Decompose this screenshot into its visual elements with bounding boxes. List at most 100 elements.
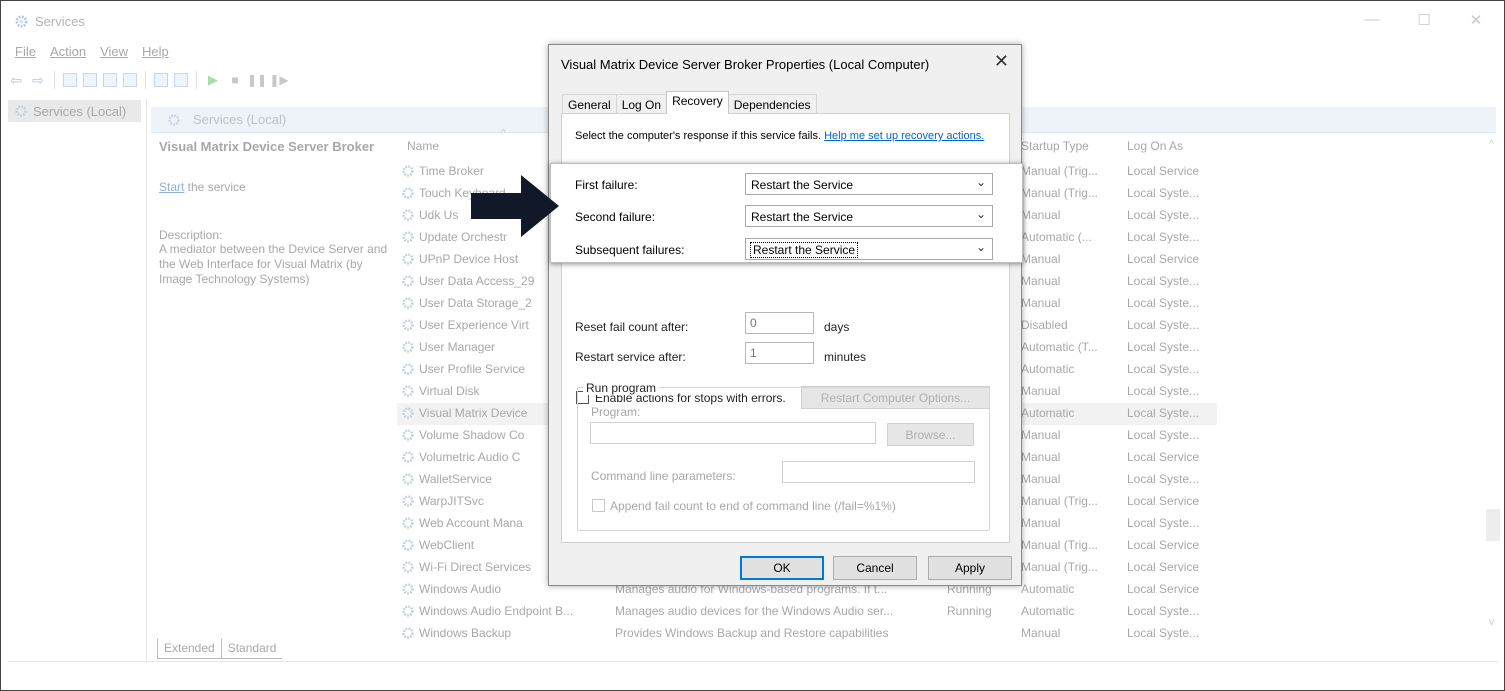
service-gear-icon xyxy=(402,231,414,243)
dialog-close-button[interactable]: ✕ xyxy=(994,51,1009,72)
service-gear-icon xyxy=(402,605,414,617)
help-icon[interactable] xyxy=(154,73,168,87)
toolbar-separator xyxy=(145,71,146,89)
tree-item-services-local[interactable]: Services (Local) xyxy=(8,100,141,122)
subsequent-failures-select[interactable]: Restart the Service ⌄ xyxy=(745,238,993,260)
tab-dependencies[interactable]: Dependencies xyxy=(727,94,817,114)
toolbar: ⇦ ⇨ ▶ ■ ❚❚ ❚▶ xyxy=(8,69,289,91)
service-name-text: Volumetric Audio C xyxy=(419,450,521,464)
service-status-cell: Running xyxy=(947,604,992,618)
menu-action[interactable]: Action xyxy=(50,44,86,62)
service-gear-icon xyxy=(402,253,414,265)
service-startup-cell: Automatic xyxy=(1021,362,1075,376)
toolbar-separator xyxy=(54,71,55,89)
stop-service-icon[interactable]: ■ xyxy=(227,72,243,88)
column-header-log-on-as[interactable]: Log On As xyxy=(1127,139,1183,153)
service-gear-icon xyxy=(402,429,414,441)
tab-general[interactable]: General xyxy=(562,94,617,114)
first-failure-select[interactable]: Restart the Service ⌄ xyxy=(745,173,993,195)
service-logon-cell: Local Syste... xyxy=(1127,318,1200,332)
service-gear-icon xyxy=(402,187,414,199)
service-name-text: Windows Audio Endpoint B... xyxy=(419,604,574,618)
first-failure-label: First failure: xyxy=(575,178,638,192)
service-name-cell: WarpJITSvc xyxy=(401,494,484,508)
cancel-button[interactable]: Cancel xyxy=(833,556,917,580)
recovery-intro: Select the computer's response if this s… xyxy=(575,130,1003,142)
tab-log-on[interactable]: Log On xyxy=(615,94,668,114)
tab-standard[interactable]: Standard xyxy=(221,639,283,659)
services-gear-icon xyxy=(168,114,180,126)
second-failure-row: Second failure: Restart the Service ⌄ xyxy=(551,204,1022,230)
scrollbar-thumb[interactable] xyxy=(1486,509,1500,541)
pause-service-icon[interactable]: ❚❚ xyxy=(247,72,267,88)
service-startup-cell: Manual (Trig... xyxy=(1021,560,1098,574)
service-details: Visual Matrix Device Server Broker Start… xyxy=(159,139,395,287)
service-name-text: Volume Shadow Co xyxy=(419,428,525,442)
menu-view[interactable]: View xyxy=(100,44,128,62)
chevron-down-icon: ⌄ xyxy=(975,240,986,254)
service-logon-cell: Local Syste... xyxy=(1127,384,1200,398)
maximize-button[interactable]: ☐ xyxy=(1414,11,1434,29)
service-name-text: WebClient xyxy=(419,538,475,552)
back-arrow-icon[interactable]: ⇦ xyxy=(8,72,24,88)
tree-item-label: Services (Local) xyxy=(33,103,127,119)
reset-fail-count-input[interactable]: 0 xyxy=(745,312,814,334)
service-name-text: UPnP Device Host xyxy=(419,252,519,266)
service-gear-icon xyxy=(402,561,414,573)
toolbar-separator xyxy=(196,71,197,89)
column-header-name[interactable]: Name xyxy=(407,139,439,153)
browse-button[interactable]: Browse... xyxy=(887,423,974,446)
start-service-link[interactable]: Start xyxy=(159,180,184,194)
table-row[interactable]: Windows Audio Endpoint B... Manages audio… xyxy=(397,601,1217,623)
table-row[interactable]: Windows Backup Provides Windows Backup an… xyxy=(397,623,1217,645)
command-line-input[interactable] xyxy=(782,461,975,483)
service-name-cell: User Experience Virt xyxy=(401,318,529,332)
close-window-button[interactable]: ✕ xyxy=(1466,11,1486,29)
status-bar xyxy=(8,661,1498,685)
tab-extended[interactable]: Extended xyxy=(157,639,222,659)
scroll-up-icon[interactable]: ^ xyxy=(1489,139,1494,150)
properties-icon[interactable] xyxy=(83,73,97,87)
restart-service-input[interactable]: 1 xyxy=(745,342,814,364)
service-name-cell: Windows Audio xyxy=(401,582,501,596)
tab-recovery[interactable]: Recovery xyxy=(666,91,729,114)
start-service-icon[interactable]: ▶ xyxy=(205,72,221,88)
refresh-icon[interactable] xyxy=(103,73,117,87)
menu-file[interactable]: File xyxy=(15,44,36,62)
service-logon-cell: Local Syste... xyxy=(1127,428,1200,442)
menu-help[interactable]: Help xyxy=(142,44,169,62)
first-failure-value: Restart the Service xyxy=(751,178,854,192)
column-header-startup-type[interactable]: Startup Type xyxy=(1021,139,1089,153)
forward-arrow-icon[interactable]: ⇨ xyxy=(30,72,46,88)
chevron-down-icon: ⌄ xyxy=(975,207,986,221)
service-name-text: Virtual Disk xyxy=(419,384,480,398)
service-name-text: Windows Backup xyxy=(419,626,512,640)
service-startup-cell: Manual xyxy=(1021,472,1061,486)
program-input[interactable] xyxy=(590,422,876,444)
service-logon-cell: Local Syste... xyxy=(1127,340,1200,354)
append-fail-count-checkbox[interactable] xyxy=(592,499,605,512)
service-name-text: User Data Access_29 xyxy=(419,274,535,288)
second-failure-select[interactable]: Restart the Service ⌄ xyxy=(745,205,993,227)
scroll-down-icon[interactable]: v xyxy=(1489,617,1494,628)
export-list-icon[interactable] xyxy=(123,73,137,87)
service-logon-cell: Local Syste... xyxy=(1127,230,1200,244)
resume-service-icon[interactable]: ❚▶ xyxy=(269,72,288,88)
ok-button[interactable]: OK xyxy=(740,556,824,580)
apply-button[interactable]: Apply xyxy=(928,556,1012,580)
service-logon-cell: Local Syste... xyxy=(1127,472,1200,486)
service-logon-cell: Local Service xyxy=(1127,560,1200,574)
service-name: Visual Matrix Device Server Broker xyxy=(159,139,375,154)
service-name-text: Visual Matrix Device xyxy=(419,406,528,420)
service-name-text: Web Account Mana xyxy=(419,516,523,530)
service-gear-icon xyxy=(402,517,414,529)
services-window: Services — ☐ ✕ File Action View Help ⇦ ⇨… xyxy=(0,0,1505,691)
title-bar: Services — ☐ ✕ xyxy=(1,1,1504,41)
show-hide-pane-icon[interactable] xyxy=(174,73,188,87)
help-recovery-link[interactable]: Help me set up recovery actions. xyxy=(824,130,984,142)
service-name-cell: Windows Audio Endpoint B... xyxy=(401,604,573,618)
service-startup-cell: Manual (Trig... xyxy=(1021,164,1098,178)
minimize-button[interactable]: — xyxy=(1362,11,1382,28)
service-name-cell: User Profile Service xyxy=(401,362,525,376)
console-tree-icon[interactable] xyxy=(63,73,77,87)
